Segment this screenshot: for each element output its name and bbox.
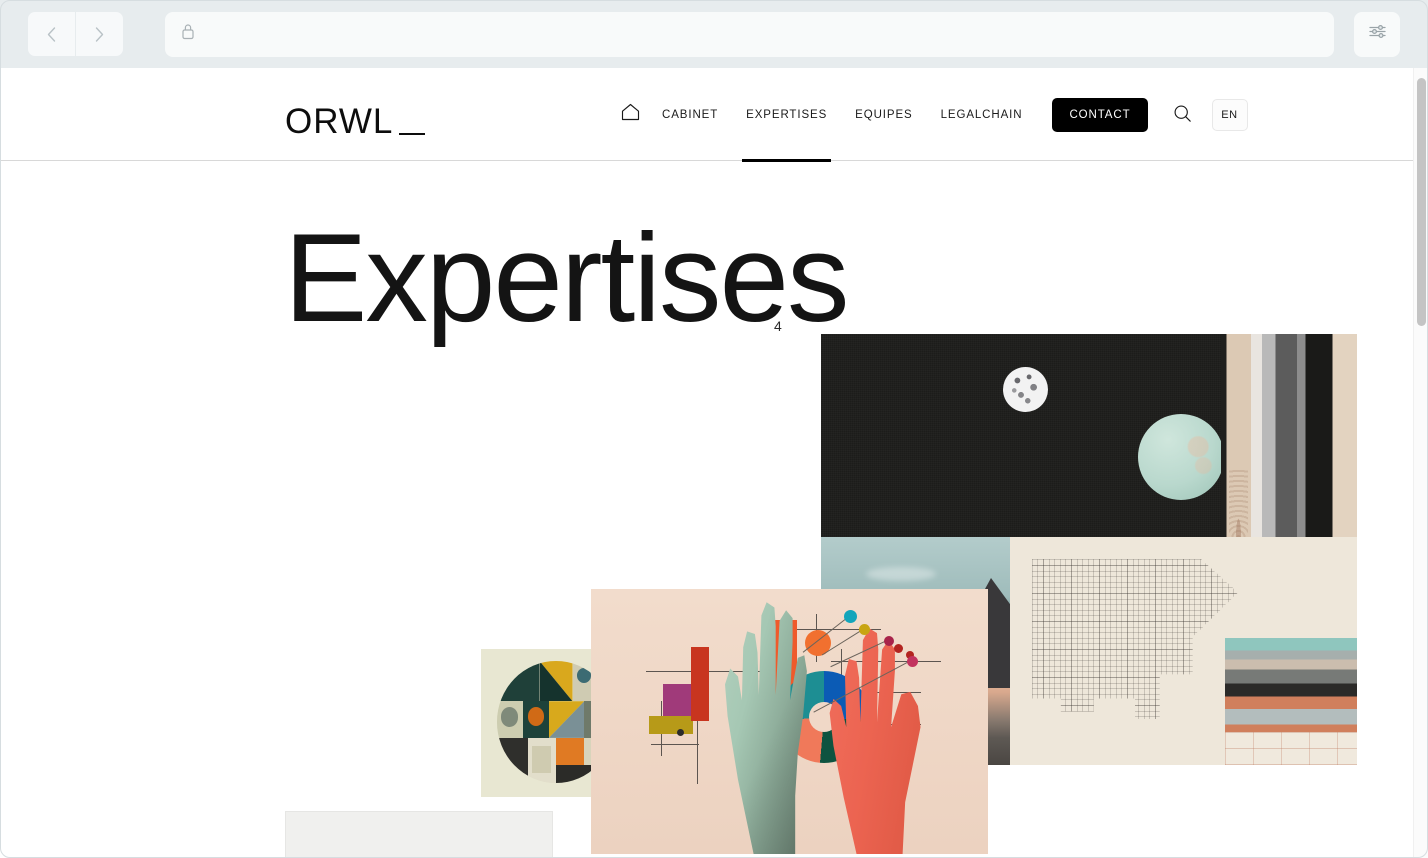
hero-collage — [0, 161, 1428, 858]
vertical-scrollbar[interactable] — [1413, 68, 1428, 858]
expertise-card-1[interactable] — [285, 811, 553, 858]
shape-block — [497, 661, 540, 702]
browser-nav-group — [28, 12, 123, 56]
nav-item-label: EXPERTISES — [746, 108, 828, 121]
lock-icon — [181, 23, 195, 45]
page-viewport: ORWL CABINET EXPERTISES EQUIPES LEGALCHA… — [0, 68, 1428, 858]
sliders-icon — [1368, 22, 1387, 46]
shape-block — [527, 707, 545, 726]
collage-image-hands — [591, 589, 988, 854]
site-logo[interactable]: ORWL — [285, 102, 426, 141]
scatter-dot — [907, 656, 918, 667]
contact-button[interactable]: CONTACT — [1052, 97, 1148, 132]
site-header: ORWL CABINET EXPERTISES EQUIPES LEGALCHA… — [0, 68, 1428, 162]
search-icon — [1173, 104, 1192, 126]
language-selector[interactable]: EN — [1211, 98, 1248, 131]
nav-item-expertises[interactable]: EXPERTISES — [732, 68, 841, 162]
scatter-dot — [884, 636, 894, 646]
shape-block — [497, 737, 528, 783]
shape-block — [532, 746, 552, 774]
collage-image-space — [821, 334, 1357, 537]
nav-home-link[interactable] — [612, 68, 648, 161]
chevron-right-icon — [95, 26, 104, 42]
scatter-dot — [844, 610, 857, 623]
chart-bar — [663, 684, 693, 716]
grid-pattern — [1032, 559, 1238, 719]
browser-settings-button[interactable] — [1354, 11, 1400, 57]
forward-button[interactable] — [76, 12, 123, 56]
home-icon — [621, 103, 640, 126]
horizontal-stripes-pattern — [1225, 638, 1357, 765]
nav-item-legalchain[interactable]: LEGALCHAIN — [927, 68, 1037, 161]
nav-item-label: CABINET — [662, 108, 719, 121]
vertical-stripes-pattern — [1221, 334, 1357, 537]
moon-icon — [1003, 367, 1048, 412]
guide-line — [651, 744, 699, 745]
nav-item-label: LEGALCHAIN — [940, 108, 1023, 121]
main-navigation: CABINET EXPERTISES EQUIPES LEGALCHAIN CO… — [612, 68, 1248, 162]
chart-bar — [691, 647, 709, 721]
shape-block — [556, 737, 585, 765]
scatter-dot — [859, 624, 870, 635]
collage-image-grid-paper — [1010, 537, 1357, 765]
planet-sphere — [1138, 414, 1224, 500]
logo-text: ORWL — [285, 102, 394, 141]
hero-section: Expertises 4 — [0, 161, 1428, 858]
logo-underscore-icon — [399, 133, 426, 135]
nav-item-cabinet[interactable]: CABINET — [648, 68, 732, 161]
cloud-shape — [866, 567, 936, 581]
shape-block — [500, 707, 519, 727]
chart-bar — [649, 716, 693, 734]
chevron-left-icon — [47, 26, 56, 42]
nav-item-equipes[interactable]: EQUIPES — [841, 68, 926, 161]
scatter-dot — [677, 729, 684, 736]
browser-chrome — [0, 0, 1428, 68]
scrollbar-thumb[interactable] — [1417, 78, 1426, 326]
address-bar[interactable] — [165, 11, 1334, 57]
search-button[interactable] — [1168, 100, 1198, 130]
back-button[interactable] — [28, 12, 75, 56]
scatter-dot — [894, 644, 903, 653]
nav-item-label: EQUIPES — [855, 108, 913, 121]
